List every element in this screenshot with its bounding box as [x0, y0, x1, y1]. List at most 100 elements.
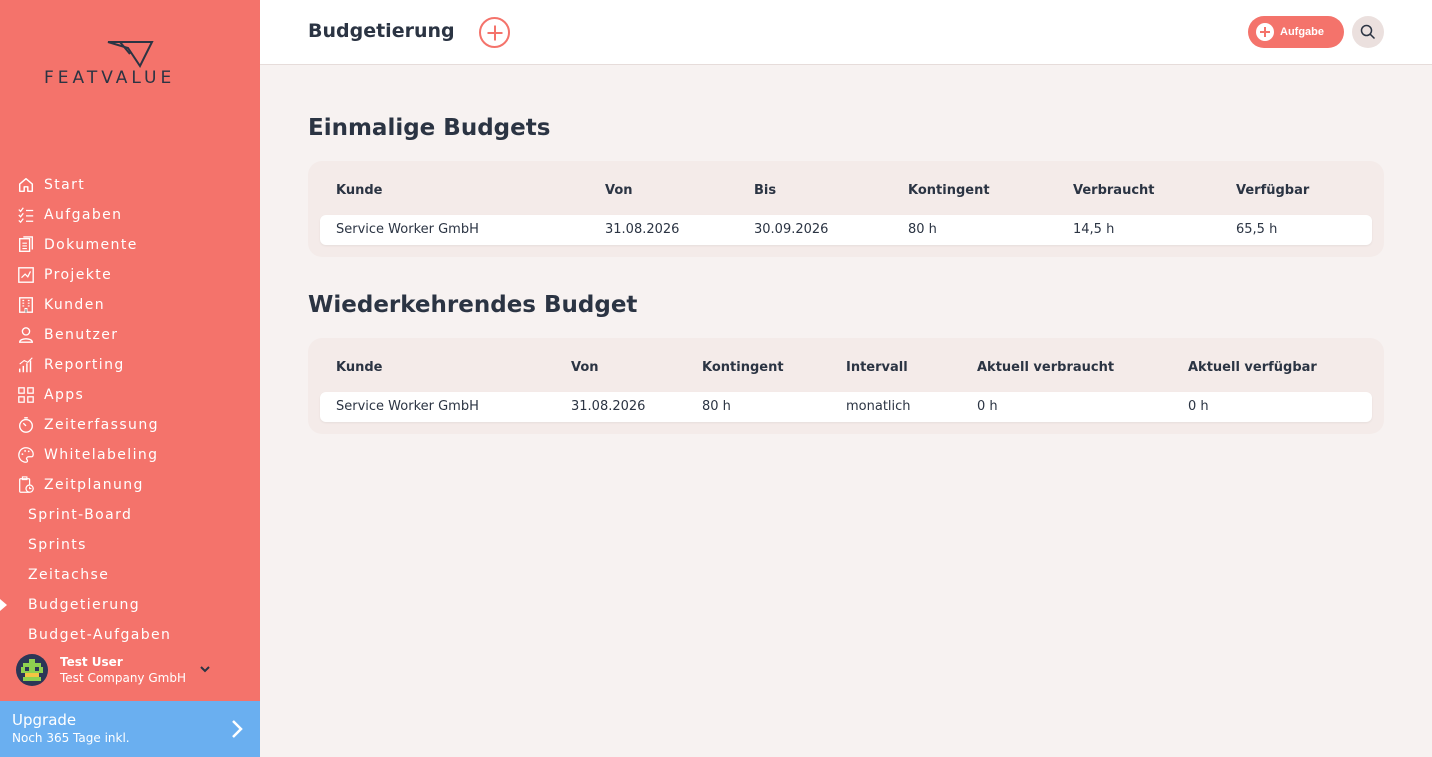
logo-text: FEATVALUE	[44, 68, 176, 88]
sidebar: FEATVALUE Start Aufgaben Dokumente Proje…	[0, 0, 260, 757]
column-header: Bis	[754, 183, 777, 198]
column-header: Kontingent	[908, 183, 990, 198]
column-header: Aktuell verfügbar	[1188, 360, 1317, 375]
nav-item-apps[interactable]: Apps	[0, 380, 260, 410]
column-header: Aktuell verbraucht	[977, 360, 1115, 375]
user-info: Test User Test Company GmbH	[60, 654, 186, 686]
apps-icon	[16, 385, 36, 405]
upgrade-title: Upgrade	[12, 711, 77, 729]
table-header: Kunde Von Kontingent Intervall Aktuell v…	[308, 338, 1384, 392]
nav-label: Budget-Aufgaben	[28, 627, 172, 643]
upgrade-banner[interactable]: Upgrade Noch 365 Tage inkl.	[0, 701, 260, 757]
table-cell: 80 h	[908, 222, 937, 237]
recurring-budget-table: Kunde Von Kontingent Intervall Aktuell v…	[308, 338, 1384, 434]
nav-label: Zeitplanung	[44, 477, 144, 493]
one-time-budgets-table: Kunde Von Bis Kontingent Verbraucht Verf…	[308, 161, 1384, 257]
logo-mark-icon	[107, 41, 154, 68]
nav-item-zeitachse[interactable]: Zeitachse	[0, 560, 260, 590]
table-cell: monatlich	[846, 399, 911, 414]
nav-label: Benutzer	[44, 327, 119, 343]
home-icon	[16, 175, 36, 195]
user-menu[interactable]: Test User Test Company GmbH	[16, 652, 246, 688]
featvalue-logo[interactable]: FEATVALUE	[44, 40, 216, 90]
nav-label: Dokumente	[44, 237, 138, 253]
nav-label: Kunden	[44, 297, 106, 313]
table-cell: 30.09.2026	[754, 222, 829, 237]
table-cell: 31.08.2026	[605, 222, 680, 237]
top-bar: Budgetierung Aufgabe	[260, 0, 1432, 65]
stopwatch-icon	[16, 415, 36, 435]
user-company: Test Company GmbH	[60, 671, 186, 685]
column-header: Kunde	[336, 360, 383, 375]
table-cell: 31.08.2026	[571, 399, 646, 414]
chevron-down-icon[interactable]	[198, 662, 212, 676]
add-budget-button[interactable]	[479, 17, 510, 48]
table-row[interactable]: Service Worker GmbH 31.08.2026 30.09.202…	[320, 215, 1372, 245]
column-header: Von	[605, 183, 633, 198]
page-title: Budgetierung	[308, 20, 455, 42]
nav-item-aufgaben[interactable]: Aufgaben	[0, 200, 260, 230]
nav-item-projekte[interactable]: Projekte	[0, 260, 260, 290]
nav-item-budget-aufgaben[interactable]: Budget-Aufgaben	[0, 620, 260, 650]
nav-item-start[interactable]: Start	[0, 170, 260, 200]
plus-icon	[1256, 23, 1274, 41]
table-cell: Service Worker GmbH	[336, 399, 479, 414]
nav-label: Sprint-Board	[28, 507, 133, 523]
user-icon	[16, 325, 36, 345]
one-time-budgets-title: Einmalige Budgets	[308, 115, 551, 141]
avatar	[16, 654, 48, 686]
table-cell: 0 h	[1188, 399, 1209, 414]
column-header: Kunde	[336, 183, 383, 198]
chevron-right-icon	[232, 720, 243, 738]
main-nav: Start Aufgaben Dokumente Projekte Kunden	[0, 170, 260, 650]
nav-item-whitelabeling[interactable]: Whitelabeling	[0, 440, 260, 470]
column-header: Kontingent	[702, 360, 784, 375]
nav-label: Budgetierung	[28, 597, 141, 613]
column-header: Verbraucht	[1073, 183, 1155, 198]
palette-icon	[16, 445, 36, 465]
table-cell: 80 h	[702, 399, 731, 414]
user-name: Test User	[60, 655, 123, 669]
nav-label: Whitelabeling	[44, 447, 159, 463]
nav-item-sprint-board[interactable]: Sprint-Board	[0, 500, 260, 530]
nav-label: Zeiterfassung	[44, 417, 159, 433]
nav-label: Start	[44, 177, 86, 193]
active-indicator	[0, 599, 7, 611]
nav-item-dokumente[interactable]: Dokumente	[0, 230, 260, 260]
add-task-button[interactable]: Aufgabe	[1248, 16, 1344, 48]
table-cell: 0 h	[977, 399, 998, 414]
upgrade-subtitle: Noch 365 Tage inkl.	[12, 731, 130, 745]
clipboard-clock-icon	[16, 475, 36, 495]
nav-label: Reporting	[44, 357, 125, 373]
documents-icon	[16, 235, 36, 255]
nav-item-budgetierung[interactable]: Budgetierung	[0, 590, 260, 620]
nav-label: Zeitachse	[28, 567, 110, 583]
nav-label: Apps	[44, 387, 85, 403]
table-cell: Service Worker GmbH	[336, 222, 479, 237]
pixel-avatar-icon	[21, 659, 43, 681]
projects-icon	[16, 265, 36, 285]
column-header: Verfügbar	[1236, 183, 1310, 198]
nav-label: Aufgaben	[44, 207, 123, 223]
table-cell: 14,5 h	[1073, 222, 1115, 237]
search-button[interactable]	[1352, 16, 1384, 48]
nav-item-zeitplanung[interactable]: Zeitplanung	[0, 470, 260, 500]
tasks-icon	[16, 205, 36, 225]
table-cell: 65,5 h	[1236, 222, 1278, 237]
recurring-budget-title: Wiederkehrendes Budget	[308, 292, 638, 318]
nav-item-benutzer[interactable]: Benutzer	[0, 320, 260, 350]
nav-item-zeiterfassung[interactable]: Zeiterfassung	[0, 410, 260, 440]
nav-label: Projekte	[44, 267, 113, 283]
nav-item-kunden[interactable]: Kunden	[0, 290, 260, 320]
nav-item-sprints[interactable]: Sprints	[0, 530, 260, 560]
table-header: Kunde Von Bis Kontingent Verbraucht Verf…	[308, 161, 1384, 215]
column-header: Von	[571, 360, 599, 375]
column-header: Intervall	[846, 360, 908, 375]
reporting-icon	[16, 355, 36, 375]
nav-item-reporting[interactable]: Reporting	[0, 350, 260, 380]
building-icon	[16, 295, 36, 315]
add-task-label: Aufgabe	[1280, 26, 1324, 38]
nav-label: Sprints	[28, 537, 87, 553]
search-icon	[1360, 24, 1376, 40]
table-row[interactable]: Service Worker GmbH 31.08.2026 80 h mona…	[320, 392, 1372, 422]
